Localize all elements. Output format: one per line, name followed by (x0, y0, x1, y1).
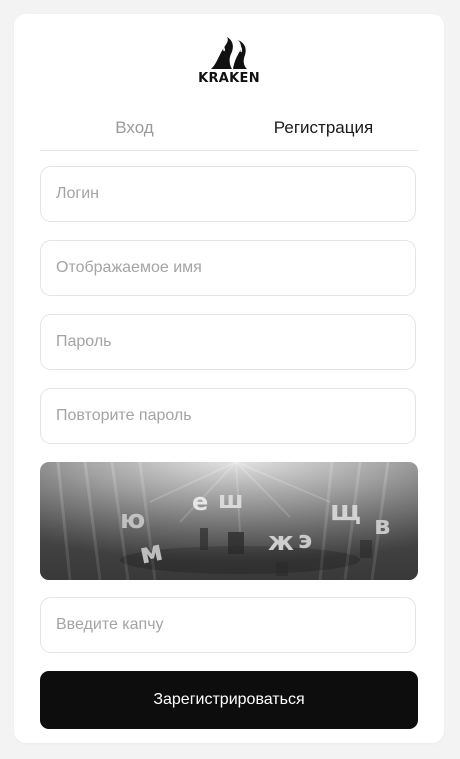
kraken-tentacle-icon (211, 37, 247, 69)
login-field-wrapper (40, 166, 416, 222)
kraken-logo: KRAKEN (197, 36, 261, 96)
brand-name: KRAKEN (198, 71, 260, 86)
tab-login[interactable]: Вход (40, 114, 229, 150)
captcha-letter: э (298, 526, 312, 554)
tab-registration[interactable]: Регистрация (229, 114, 418, 150)
captcha-image[interactable]: ю м е ш ж э щ в (40, 462, 418, 580)
display-name-input[interactable] (41, 241, 415, 295)
captcha-field-wrapper (40, 597, 416, 653)
captcha-input[interactable] (41, 598, 415, 652)
login-input[interactable] (41, 167, 415, 221)
captcha-letter: ж (268, 527, 294, 557)
register-button[interactable]: Зарегистрироваться (40, 671, 418, 729)
password-repeat-field-wrapper (40, 388, 416, 444)
display-name-field-wrapper (40, 240, 416, 296)
captcha-letter: е (192, 488, 208, 516)
captcha-letter: щ (330, 494, 361, 527)
auth-tabs: Вход Регистрация (40, 114, 418, 151)
password-input[interactable] (41, 315, 415, 369)
captcha-letter: ш (218, 486, 244, 514)
password-repeat-input[interactable] (41, 389, 415, 443)
captcha-letter: ю (120, 505, 145, 535)
registration-card: KRAKEN Вход Регистрация Логин Отображаем… (14, 14, 444, 743)
password-field-wrapper (40, 314, 416, 370)
captcha-letter: в (374, 511, 390, 541)
